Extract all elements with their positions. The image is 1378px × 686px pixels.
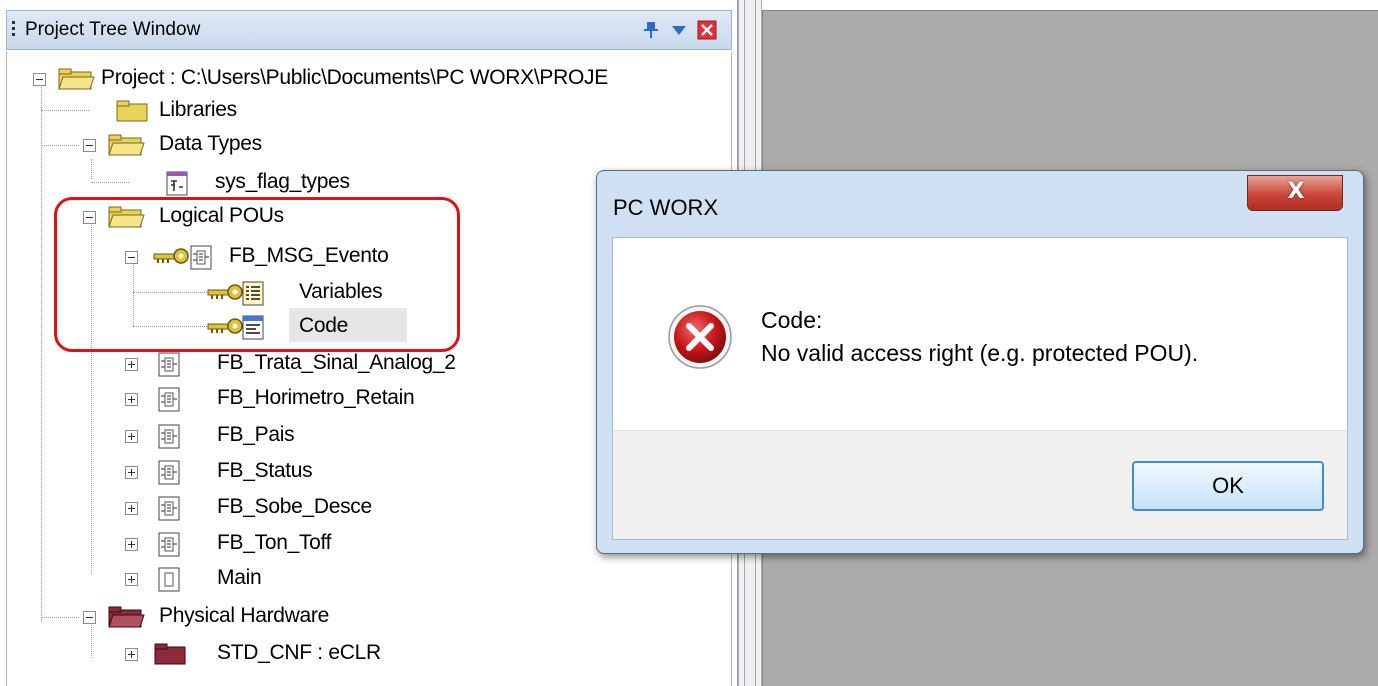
folder-open-icon <box>58 68 95 90</box>
folder-open-icon <box>108 134 145 156</box>
project-tree-header: Project Tree Window <box>6 10 732 50</box>
dialog-message-title: Code: <box>761 307 823 333</box>
dialog-content: Code: No valid access right (e.g. protec… <box>612 237 1348 540</box>
hardware-folder-icon <box>154 643 186 665</box>
expand-icon[interactable] <box>125 648 138 661</box>
function-block-icon <box>158 460 180 485</box>
dropdown-icon[interactable] <box>669 20 689 40</box>
tree-label-sys-flag-types: sys_flag_types <box>215 170 350 193</box>
tree-label-project: Project : C:\Users\Public\Documents\PC W… <box>101 66 608 89</box>
tree-label-fb-ton: FB_Ton_Toff <box>217 531 332 554</box>
expand-icon[interactable] <box>125 393 138 406</box>
function-block-icon <box>158 532 180 557</box>
tree-node-fb-sobe[interactable]: FB_Sobe_Desce <box>125 492 525 524</box>
red-highlight-annotation <box>54 197 460 352</box>
pin-icon[interactable] <box>641 20 661 40</box>
panel-title: Project Tree Window <box>25 19 201 40</box>
tree-node-physical-hardware[interactable]: Physical Hardware <box>83 601 483 633</box>
expand-icon[interactable] <box>125 502 138 515</box>
function-block-icon <box>158 352 180 377</box>
program-icon <box>158 567 180 592</box>
tree-label-fb-trata: FB_Trata_Sinal_Analog_2 <box>217 351 456 374</box>
tree-label-physical-hardware: Physical Hardware <box>159 604 329 627</box>
tree-node-libraries[interactable]: Libraries <box>115 95 415 127</box>
function-block-icon <box>158 424 180 449</box>
error-dialog: PC WORX X Code: No valid access right (e… <box>596 170 1364 554</box>
tree-label-fb-pais: FB_Pais <box>217 423 295 446</box>
tree-node-std-cnf[interactable]: STD_CNF : eCLR <box>125 638 525 670</box>
ok-button[interactable]: OK <box>1132 461 1324 511</box>
tree-label-data-types: Data Types <box>159 132 262 155</box>
tree-node-fb-ton[interactable]: FB_Ton_Toff <box>125 528 525 560</box>
datatype-file-icon <box>166 171 188 196</box>
expand-icon[interactable] <box>125 573 138 586</box>
dialog-message-text: No valid access right (e.g. protected PO… <box>761 340 1199 366</box>
expand-icon[interactable] <box>125 358 138 371</box>
expand-icon[interactable] <box>125 538 138 551</box>
dialog-footer: OK <box>613 430 1347 539</box>
tree-node-project[interactable]: Project : C:\Users\Public\Documents\PC W… <box>33 63 731 95</box>
tree-label-std-cnf: STD_CNF : eCLR <box>217 641 381 664</box>
close-icon[interactable] <box>697 20 717 40</box>
function-block-icon <box>158 387 180 412</box>
tree-label-libraries: Libraries <box>159 98 237 121</box>
expand-icon[interactable] <box>125 430 138 443</box>
collapse-icon[interactable] <box>33 73 46 86</box>
dialog-title: PC WORX <box>613 195 719 220</box>
tree-label-fb-horimetro: FB_Horimetro_Retain <box>217 386 415 409</box>
collapse-icon[interactable] <box>83 139 96 152</box>
tree-label-main: Main <box>217 566 262 589</box>
tree-node-fb-horimetro[interactable]: FB_Horimetro_Retain <box>125 383 525 415</box>
folder-icon <box>116 100 148 122</box>
tree-label-fb-sobe: FB_Sobe_Desce <box>217 495 372 518</box>
tree-node-fb-pais[interactable]: FB_Pais <box>125 420 525 452</box>
close-icon: X <box>1287 179 1305 204</box>
dialog-close-button[interactable]: X <box>1247 175 1343 211</box>
dialog-message-area: Code: No valid access right (e.g. protec… <box>613 238 1347 430</box>
error-icon <box>668 305 732 369</box>
tree-node-data-types[interactable]: Data Types <box>83 129 383 161</box>
function-block-icon <box>158 496 180 521</box>
collapse-icon[interactable] <box>83 611 96 624</box>
tree-label-fb-status: FB_Status <box>217 459 313 482</box>
grip-handle[interactable] <box>12 19 16 41</box>
tree-node-fb-trata[interactable]: FB_Trata_Sinal_Analog_2 <box>125 348 525 380</box>
tree-node-fb-status[interactable]: FB_Status <box>125 456 525 488</box>
expand-icon[interactable] <box>125 466 138 479</box>
hardware-folder-icon <box>108 606 145 628</box>
tree-node-main[interactable]: Main <box>125 563 425 595</box>
tree-node-sys-flag-types[interactable]: sys_flag_types <box>165 167 465 199</box>
